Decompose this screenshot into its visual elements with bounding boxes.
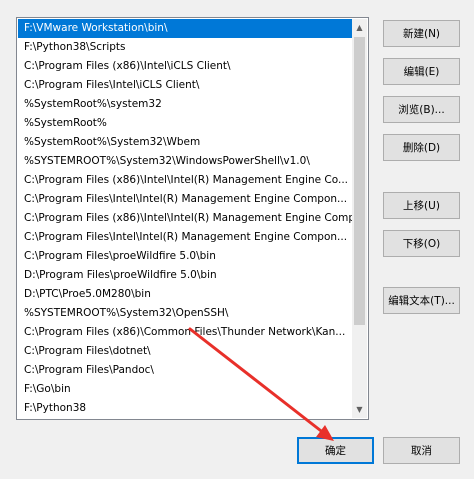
scroll-down-arrow-icon[interactable]: ▼ — [352, 401, 367, 418]
list-item[interactable]: C:\Program Files (x86)\Common Files\Thun… — [18, 323, 352, 342]
ok-button[interactable]: 确定 — [297, 437, 374, 464]
list-item[interactable]: %SYSTEMROOT%\System32\OpenSSH\ — [18, 304, 352, 323]
list-item[interactable]: C:\Program Files (x86)\Intel\Intel(R) Ma… — [18, 209, 352, 228]
browse-button[interactable]: 浏览(B)... — [383, 96, 460, 123]
list-item[interactable]: C:\Program Files\dotnet\ — [18, 342, 352, 361]
list-item[interactable]: F:\VMware Workstation\bin\ — [18, 19, 352, 38]
move-up-button[interactable]: 上移(U) — [383, 192, 460, 219]
list-item[interactable]: %SystemRoot%\system32 — [18, 95, 352, 114]
list-item[interactable]: F:\Python38\Scripts — [18, 38, 352, 57]
move-down-button[interactable]: 下移(O) — [383, 230, 460, 257]
delete-button[interactable]: 删除(D) — [383, 134, 460, 161]
list-item[interactable]: C:\Program Files\Pandoc\ — [18, 361, 352, 380]
list-item[interactable]: D:\Program Files\proeWildfire 5.0\bin — [18, 266, 352, 285]
list-item[interactable]: %SystemRoot% — [18, 114, 352, 133]
path-list[interactable]: F:\VMware Workstation\bin\ F:\Python38\Sc… — [16, 17, 369, 420]
edit-text-button[interactable]: 编辑文本(T)... — [383, 287, 460, 314]
cancel-button[interactable]: 取消 — [383, 437, 460, 464]
list-item[interactable]: C:\Program Files\Intel\iCLS Client\ — [18, 76, 352, 95]
new-button[interactable]: 新建(N) — [383, 20, 460, 47]
list-item[interactable]: %SystemRoot%\System32\Wbem — [18, 133, 352, 152]
edit-button[interactable]: 编辑(E) — [383, 58, 460, 85]
list-item[interactable]: F:\Go\bin — [18, 380, 352, 399]
scroll-up-arrow-icon[interactable]: ▲ — [352, 19, 367, 36]
list-item[interactable]: C:\Program Files\Intel\Intel(R) Manageme… — [18, 228, 352, 247]
list-item[interactable]: C:\Program Files (x86)\Intel\iCLS Client… — [18, 57, 352, 76]
list-item[interactable]: C:\Program Files\Intel\Intel(R) Manageme… — [18, 190, 352, 209]
list-item[interactable]: C:\Program Files\proeWildfire 5.0\bin — [18, 247, 352, 266]
list-item[interactable]: F:\Python38 — [18, 399, 352, 418]
scrollbar-thumb[interactable] — [354, 37, 365, 325]
list-item[interactable]: D:\PTC\Proe5.0M280\bin — [18, 285, 352, 304]
list-item[interactable]: C:\Program Files (x86)\Intel\Intel(R) Ma… — [18, 171, 352, 190]
path-list-rows: F:\VMware Workstation\bin\ F:\Python38\Sc… — [18, 19, 352, 418]
list-item[interactable]: %SYSTEMROOT%\System32\WindowsPowerShell\… — [18, 152, 352, 171]
vertical-scrollbar[interactable]: ▲ ▼ — [352, 19, 367, 418]
